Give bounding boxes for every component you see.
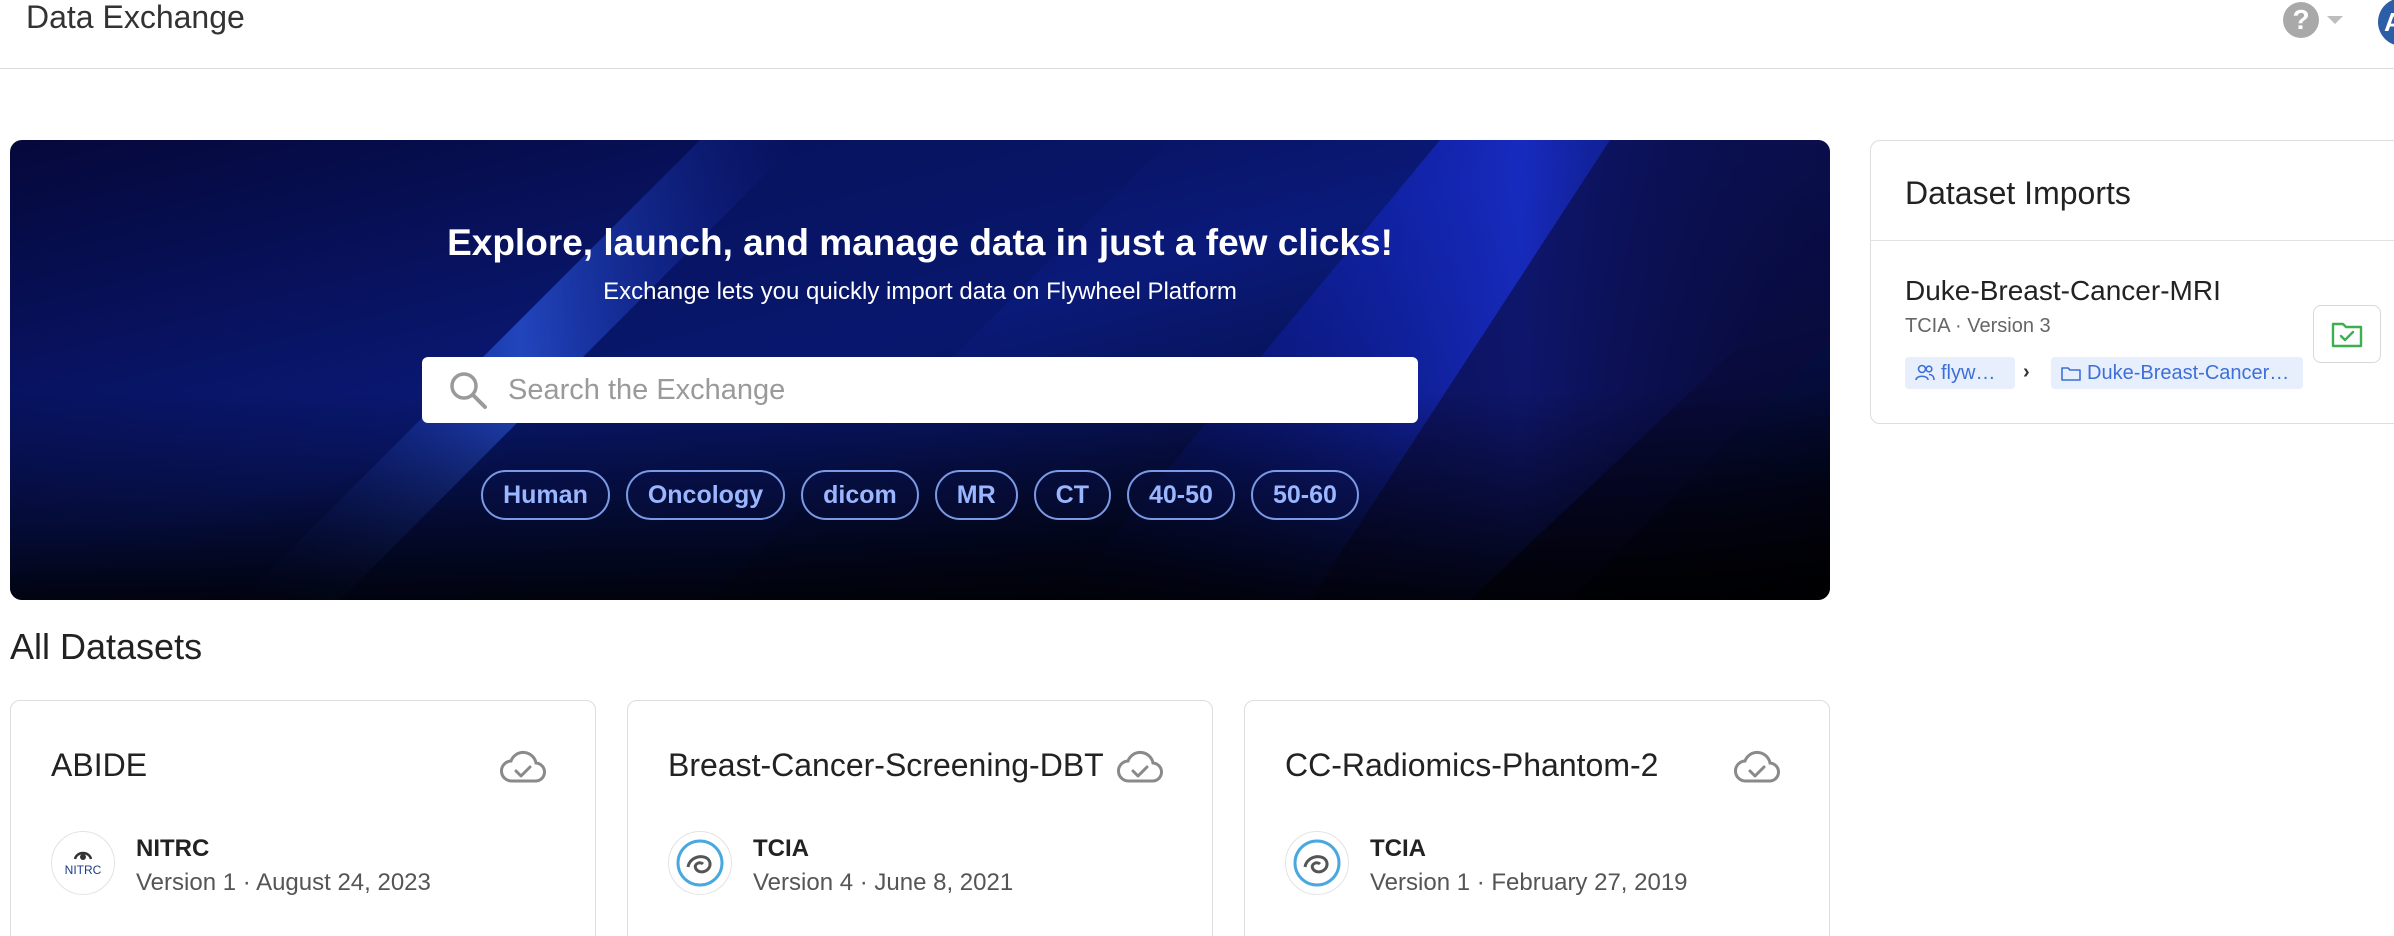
- hero-banner: Explore, launch, and manage data in just…: [10, 140, 1830, 600]
- project-tag[interactable]: Duke-Breast-Cancer…: [2051, 357, 2303, 389]
- chip-ct[interactable]: CT: [1033, 470, 1111, 520]
- folder-check-icon: [2331, 322, 2363, 348]
- chip-mr[interactable]: MR: [934, 470, 1018, 520]
- all-datasets-heading: All Datasets: [10, 626, 203, 667]
- users-icon: [1915, 364, 1935, 381]
- imports-title: Dataset Imports: [1905, 175, 2131, 211]
- dataset-org: NITRC: [136, 835, 210, 862]
- dataset-title[interactable]: CC-Radiomics-Phantom-2: [1285, 747, 1658, 784]
- import-status-button[interactable]: [2313, 305, 2381, 363]
- svg-text:NITRC: NITRC: [65, 863, 102, 877]
- hero-title: Explore, launch, and manage data in just…: [447, 222, 1393, 263]
- dataset-meta: Version 4 · June 8, 2021: [753, 869, 1014, 896]
- dataset-card[interactable]: CC-Radiomics-Phantom-2 TCIA Version 1 · …: [1244, 700, 1830, 936]
- project-tag-label: Duke-Breast-Cancer…: [2087, 361, 2290, 384]
- dataset-imports-panel: Dataset Imports Duke-Breast-Cancer-MRI T…: [1870, 140, 2394, 424]
- avatar[interactable]: A: [2378, 0, 2394, 46]
- chip-dicom[interactable]: dicom: [801, 470, 919, 520]
- help-menu[interactable]: ?: [2283, 2, 2343, 38]
- dataset-card[interactable]: ABIDE NITRC NITRC Version 1 · August 24,…: [10, 700, 596, 936]
- chip-age-40-50[interactable]: 40-50: [1126, 470, 1235, 520]
- search-box[interactable]: [422, 357, 1418, 423]
- tcia-logo: [1285, 831, 1349, 895]
- chip-oncology[interactable]: Oncology: [625, 470, 786, 520]
- folder-icon: [2061, 367, 2081, 381]
- dataset-card[interactable]: Breast-Cancer-Screening-DBT TCIA Version…: [627, 700, 1213, 936]
- group-tag-label: flyw…: [1941, 361, 1996, 384]
- dataset-title[interactable]: ABIDE: [51, 747, 147, 784]
- search-input[interactable]: [508, 373, 1388, 407]
- hero-subtitle: Exchange lets you quickly import data on…: [603, 278, 1237, 305]
- top-bar: Data Exchange ? A: [0, 0, 2394, 69]
- app-title: Data Exchange: [26, 0, 245, 35]
- dataset-title[interactable]: Breast-Cancer-Screening-DBT: [668, 747, 1104, 784]
- group-tag[interactable]: flyw…: [1905, 357, 2015, 389]
- search-icon: [450, 372, 487, 409]
- cloud-check-icon[interactable]: [1733, 747, 1781, 787]
- imports-header: Dataset Imports: [1871, 141, 2394, 241]
- help-icon[interactable]: ?: [2283, 2, 2319, 38]
- dataset-org: TCIA: [753, 835, 809, 862]
- chip-age-50-60[interactable]: 50-60: [1250, 470, 1359, 520]
- chip-human[interactable]: Human: [481, 470, 610, 520]
- cloud-check-icon[interactable]: [499, 747, 547, 787]
- dataset-meta: Version 1 · February 27, 2019: [1370, 869, 1688, 896]
- nitrc-logo: NITRC: [51, 831, 115, 895]
- import-dataset-meta: TCIA · Version 3: [1905, 315, 2051, 337]
- import-dataset-name[interactable]: Duke-Breast-Cancer-MRI: [1905, 275, 2221, 307]
- filter-chips: Human Oncology dicom MR CT 40-50 50-60: [10, 470, 1830, 520]
- cloud-check-icon[interactable]: [1116, 747, 1164, 787]
- dataset-meta: Version 1 · August 24, 2023: [136, 869, 431, 896]
- chevron-right-icon: ›: [2023, 361, 2030, 383]
- chevron-down-icon[interactable]: [2327, 16, 2343, 24]
- tcia-logo: [668, 831, 732, 895]
- dataset-org: TCIA: [1370, 835, 1426, 862]
